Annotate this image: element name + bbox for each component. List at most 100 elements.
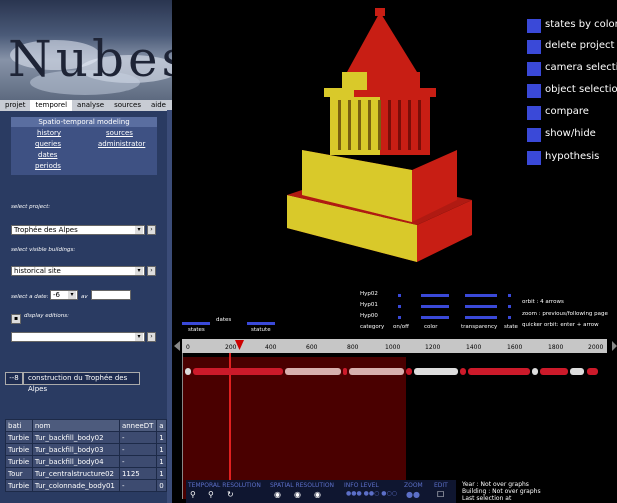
hyp01-state[interactable] <box>508 305 511 308</box>
zoom-label: ZOOM <box>404 482 423 489</box>
statute-tab-label: statute <box>251 327 271 333</box>
info-level-icon[interactable]: ●●● ●●○ ●○○ <box>346 490 397 497</box>
link-history[interactable]: history <box>37 129 61 137</box>
option-label: compare <box>545 106 589 117</box>
link-queries[interactable]: queries <box>35 140 61 148</box>
construction-button[interactable]: construction du Trophée des Alpes <box>23 372 140 393</box>
option-label: object selection <box>545 84 617 95</box>
col-bati[interactable]: bati <box>5 419 33 432</box>
col-a[interactable]: a <box>156 419 167 432</box>
date-input[interactable] <box>91 290 131 300</box>
timeline-segment[interactable] <box>460 368 466 375</box>
menu-sources[interactable]: sources <box>109 100 146 111</box>
timeline-segment[interactable] <box>349 368 404 375</box>
menu-analyse[interactable]: analyse <box>72 100 109 111</box>
timeline-panel[interactable]: 0 200 400 600 800 1000 1200 1400 1600 18… <box>172 335 617 503</box>
cell: 1 <box>156 467 167 480</box>
editions-go-button[interactable]: › <box>147 332 156 342</box>
reset-icon[interactable]: ↻ <box>227 490 234 499</box>
hyp02-color[interactable] <box>421 294 449 297</box>
link-sources[interactable]: sources <box>106 129 133 137</box>
status-year: Year : Not over graphs <box>462 481 529 488</box>
select-date-label: select a date: <box>11 294 49 300</box>
timeline-segment[interactable] <box>414 368 458 375</box>
zoom-in-icon[interactable]: ⚲ <box>190 490 196 499</box>
menu-projet[interactable]: projet <box>0 100 30 111</box>
hyp01-color[interactable] <box>421 305 449 308</box>
buildings-select[interactable]: historical site ▾ <box>11 266 145 276</box>
timeline-segment[interactable] <box>285 368 341 375</box>
hyp00-color[interactable] <box>421 316 449 319</box>
hyp02-onoff[interactable] <box>398 294 401 297</box>
table-row[interactable]: Tour Tur_centralstructure02 1125 1 <box>5 467 167 480</box>
zoom-icon[interactable]: ●● <box>406 490 420 499</box>
timeline-segment[interactable] <box>570 368 584 375</box>
option-square-icon <box>527 106 541 120</box>
scroll-left-icon[interactable] <box>174 341 180 351</box>
spatial-low-icon[interactable]: ◉ <box>274 490 281 499</box>
timeline-segment[interactable] <box>406 368 412 375</box>
objects-table: bati nom anneeDT a Turbie Tur_backfill_bo… <box>5 419 167 492</box>
timeline-segment[interactable] <box>532 368 538 375</box>
hyp00-state[interactable] <box>508 316 511 319</box>
spatial-high-icon[interactable]: ◉ <box>314 490 321 499</box>
menu-bar: projet temporel analyse sources aide <box>0 100 172 111</box>
editions-select[interactable]: ▾ <box>11 332 145 342</box>
hyp00-onoff[interactable] <box>398 316 401 319</box>
hyp00-label: Hyp00 <box>360 313 378 319</box>
hyp02-state[interactable] <box>508 294 511 297</box>
select-project-label: select project: <box>11 204 51 210</box>
statute-tab[interactable] <box>247 322 275 325</box>
cell: - <box>118 479 158 492</box>
timeline-ruler[interactable]: 0 200 400 600 800 1000 1200 1400 1600 18… <box>182 339 607 353</box>
tick-label: 1000 <box>385 344 401 351</box>
link-administrator[interactable]: administrator <box>98 140 145 148</box>
timeline-segment[interactable] <box>540 368 568 375</box>
project-go-button[interactable]: › <box>147 225 156 235</box>
timeline-segment[interactable] <box>193 368 283 375</box>
info-level-label: INFO LEVEL <box>344 482 379 489</box>
editions-checkbox[interactable]: ▪ <box>11 314 21 324</box>
timeline-segment[interactable] <box>185 368 191 375</box>
hyp00-transparency[interactable] <box>465 316 497 319</box>
scroll-right-icon[interactable] <box>612 341 617 351</box>
id-button[interactable]: --8 <box>5 372 23 385</box>
spatial-resolution-label: SPATIAL RESOLUTION <box>270 482 335 489</box>
option-square-icon <box>527 84 541 98</box>
hyp02-transparency[interactable] <box>465 294 497 297</box>
cell: - <box>118 431 158 444</box>
cell: Turbie <box>5 431 33 444</box>
table-row[interactable]: Turbie Tur_colonnade_body01-0 <box>5 479 167 492</box>
zoom-out-icon[interactable]: ⚲ <box>208 490 214 499</box>
cell: Tur_backfill_body02 <box>31 431 120 444</box>
col-nom[interactable]: nom <box>31 419 120 432</box>
menu-temporel[interactable]: temporel <box>30 100 73 111</box>
hyp01-transparency[interactable] <box>465 305 497 308</box>
spatial-mid-icon[interactable]: ◉ <box>294 490 301 499</box>
link-dates[interactable]: dates <box>38 151 57 159</box>
left-panel: Nubes projet temporel analyse sources ai… <box>0 0 172 503</box>
table-row[interactable]: Turbie Tur_backfill_body02-1 <box>5 431 167 444</box>
col-transparency: transparency <box>461 324 498 330</box>
states-tab[interactable] <box>182 322 210 325</box>
project-value: Trophée des Alpes <box>14 226 78 234</box>
chevron-down-icon: ▾ <box>68 291 76 299</box>
timeline-segment[interactable] <box>468 368 530 375</box>
link-periods[interactable]: periods <box>35 162 61 170</box>
hyp01-onoff[interactable] <box>398 305 401 308</box>
edit-checkbox-icon[interactable]: ☐ <box>437 490 444 499</box>
col-state: state <box>504 324 518 330</box>
tick-label: 2000 <box>588 344 604 351</box>
timeline-segment[interactable] <box>343 368 347 375</box>
help-quicker-orbit: quicker orbit: enter + arrow <box>522 322 599 328</box>
col-onoff: on/off <box>393 324 409 330</box>
col-anneedt[interactable]: anneeDT <box>118 419 158 432</box>
project-select[interactable]: Trophée des Alpes ▾ <box>11 225 145 235</box>
states-tab-label: states <box>188 327 205 333</box>
table-row[interactable]: Turbie Tur_backfill_body03-1 <box>5 443 167 456</box>
date-select[interactable]: -6 ▾ <box>50 290 78 300</box>
table-header: bati nom anneeDT a <box>5 419 167 432</box>
buildings-go-button[interactable]: › <box>147 266 156 276</box>
timeline-segment[interactable] <box>587 368 598 375</box>
table-row[interactable]: Turbie Tur_backfill_body04-1 <box>5 455 167 468</box>
